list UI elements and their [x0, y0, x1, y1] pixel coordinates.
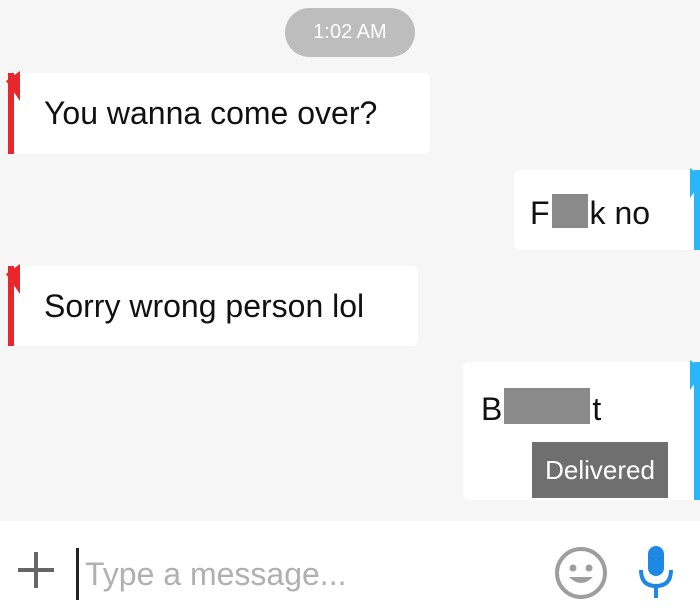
message-text-start: F: [530, 195, 550, 231]
message-text: Bt: [481, 388, 601, 428]
plus-icon[interactable]: [14, 548, 58, 592]
message-text: Sorry wrong person lol: [44, 288, 365, 324]
timestamp-pill: 1:02 AM: [285, 8, 415, 57]
outgoing-flag-icon: [690, 168, 700, 198]
redaction-block: [504, 388, 591, 424]
message-bubble-outgoing[interactable]: Bt Delivered: [463, 360, 700, 500]
message-bubble-incoming[interactable]: You wanna come over?: [6, 71, 430, 154]
message-text-end: t: [592, 391, 602, 427]
outgoing-flag-icon: [690, 360, 700, 390]
microphone-icon[interactable]: [636, 544, 676, 602]
message-text-end: k no: [589, 195, 651, 231]
delivered-status-badge: Delivered: [532, 442, 668, 498]
redaction-block: [551, 194, 588, 228]
message-text: You wanna come over?: [44, 95, 378, 131]
message-text: Fk no: [530, 194, 650, 232]
message-input[interactable]: Type a message...: [76, 548, 516, 600]
chat-screen: 1:02 AM You wanna come over? Fk no Sorry…: [0, 0, 700, 613]
message-text-start: B: [481, 391, 503, 427]
incoming-flag-icon: [6, 264, 20, 294]
emoji-icon[interactable]: [554, 546, 608, 600]
message-bubble-outgoing[interactable]: Fk no: [514, 168, 700, 250]
incoming-flag-icon: [6, 71, 20, 101]
message-bubble-incoming[interactable]: Sorry wrong person lol: [6, 264, 418, 346]
